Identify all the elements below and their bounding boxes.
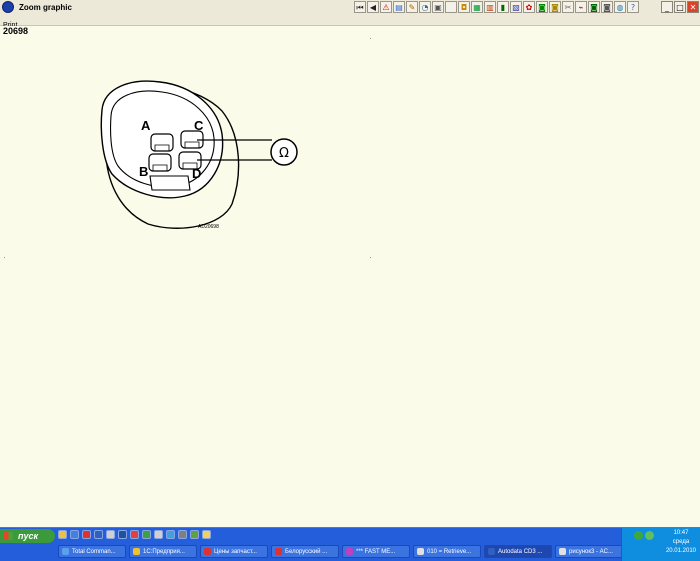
app-icon — [488, 548, 495, 555]
task-label: Autodata CD3 ... — [498, 549, 543, 555]
app-icon — [346, 548, 353, 555]
task-label: 010 = Retrieve... — [427, 549, 472, 555]
globe-icon[interactable]: ◍ — [614, 1, 626, 13]
quick-launch-icon[interactable] — [202, 530, 211, 539]
app-icon — [62, 548, 69, 555]
car-icon[interactable]: ◙ — [601, 1, 613, 13]
app-icon — [133, 548, 140, 555]
quick-launch-icon[interactable] — [58, 530, 67, 539]
task-button[interactable]: 010 = Retrieve... — [413, 545, 481, 558]
book-icon[interactable]: ▤ — [393, 1, 405, 13]
quick-launch-icon[interactable] — [106, 530, 115, 539]
toolbar: ⏮ ◀ ⚠ ▤ ✎ ◔ ▣ ◘ ▦ ▥ ▮ ▧ ✿ ◙ ◙ ✂ ⌁ ◙ ◙ ◍ … — [354, 1, 640, 13]
task-button[interactable]: рисунок3 - AC... — [555, 545, 623, 558]
tools-icon[interactable]: ✂ — [562, 1, 574, 13]
pin-label-c: C — [194, 118, 204, 133]
task-button[interactable]: Цены запчаст... — [200, 545, 268, 558]
start-button[interactable]: пуск — [0, 529, 55, 543]
agent-icon[interactable] — [645, 531, 654, 540]
quick-launch-icon[interactable] — [142, 530, 151, 539]
quick-launch-icon[interactable] — [70, 530, 79, 539]
clock[interactable]: 10:47 среда 20.01.2010 — [666, 529, 696, 556]
app-icon — [417, 548, 424, 555]
car-icon[interactable]: ◘ — [458, 1, 470, 13]
system-tray: 10:47 среда 20.01.2010 — [621, 528, 700, 561]
taskbar: пуск Total Comman... 1С:Предприя... Цены… — [0, 527, 700, 561]
car-icon[interactable]: ◙ — [588, 1, 600, 13]
quick-launch-icon[interactable] — [154, 530, 163, 539]
battery-icon[interactable]: ▮ — [497, 1, 509, 13]
task-label: рисунок3 - AC... — [569, 549, 613, 555]
app-icon — [204, 548, 211, 555]
task-button[interactable]: 1С:Предприя... — [129, 545, 197, 558]
chart-icon[interactable]: ▧ — [510, 1, 522, 13]
pin-label-a: A — [141, 118, 151, 133]
help-icon[interactable]: ? — [627, 1, 639, 13]
fan-icon[interactable]: ✿ — [523, 1, 535, 13]
pin-label-d: D — [192, 166, 201, 181]
task-button[interactable]: Total Comman... — [58, 545, 126, 558]
ohm-symbol: Ω — [279, 146, 289, 161]
start-label: пуск — [18, 531, 39, 541]
task-label: Total Comman... — [72, 549, 116, 555]
maximize-button[interactable]: □ — [674, 1, 686, 13]
windows-flag-icon — [4, 532, 13, 540]
quick-launch-icon[interactable] — [118, 530, 127, 539]
connector-diagram: Ω A B C D AD20698 — [100, 80, 298, 230]
quick-launch-icon[interactable] — [82, 530, 91, 539]
quick-launch-icon[interactable] — [178, 530, 187, 539]
close-button[interactable]: ✕ — [687, 1, 699, 13]
task-list: Total Comman... 1С:Предприя... Цены запч… — [58, 545, 626, 558]
warning-icon[interactable]: ⚠ — [380, 1, 392, 13]
task-label: Цены запчаст... — [214, 549, 257, 555]
task-button[interactable]: Белорусский ... — [271, 545, 339, 558]
window-controls: _ □ ✕ — [660, 1, 699, 13]
minimize-button[interactable]: _ — [661, 1, 673, 13]
task-button-active[interactable]: Autodata CD3 ... — [484, 545, 552, 558]
app-icon — [2, 1, 14, 13]
quick-launch-icon[interactable] — [190, 530, 199, 539]
car-icon[interactable]: ◙ — [536, 1, 548, 13]
menu-bar: Print — [0, 14, 700, 29]
grid-icon[interactable]: ▦ — [471, 1, 483, 13]
camera-icon[interactable]: ▣ — [432, 1, 444, 13]
window-title: Zoom graphic — [19, 2, 72, 12]
prev-page-icon[interactable]: ◀ — [367, 1, 379, 13]
tray-icons — [634, 531, 656, 540]
quick-launch-icon[interactable] — [130, 530, 139, 539]
quick-launch-icon[interactable] — [166, 530, 175, 539]
quick-launch-icon[interactable] — [94, 530, 103, 539]
task-label: *** FAST ME... — [356, 549, 396, 555]
task-button[interactable]: *** FAST ME... — [342, 545, 410, 558]
blank-icon[interactable] — [445, 1, 457, 13]
diagram-code: AD20698 — [198, 224, 219, 230]
app-icon — [275, 548, 282, 555]
gauge-icon[interactable]: ◔ — [419, 1, 431, 13]
task-label: 1С:Предприя... — [143, 549, 185, 555]
table-icon[interactable]: ▥ — [484, 1, 496, 13]
clock-date: 20.01.2010 — [665, 548, 696, 554]
circuit-icon[interactable]: ⌁ — [575, 1, 587, 13]
task-label: Белорусский ... — [285, 549, 328, 555]
car-icon[interactable]: ◙ — [549, 1, 561, 13]
network-icon[interactable] — [634, 531, 643, 540]
graphic-viewer: 20698 Ω A B C D AD20698 — [0, 26, 700, 527]
first-page-icon[interactable]: ⏮ — [354, 1, 366, 13]
pin-label-b: B — [139, 164, 148, 179]
wrench-icon[interactable]: ✎ — [406, 1, 418, 13]
clock-day: среда — [672, 539, 690, 545]
quick-launch — [58, 530, 214, 539]
clock-time: 10:47 — [673, 530, 689, 536]
app-icon — [559, 548, 566, 555]
